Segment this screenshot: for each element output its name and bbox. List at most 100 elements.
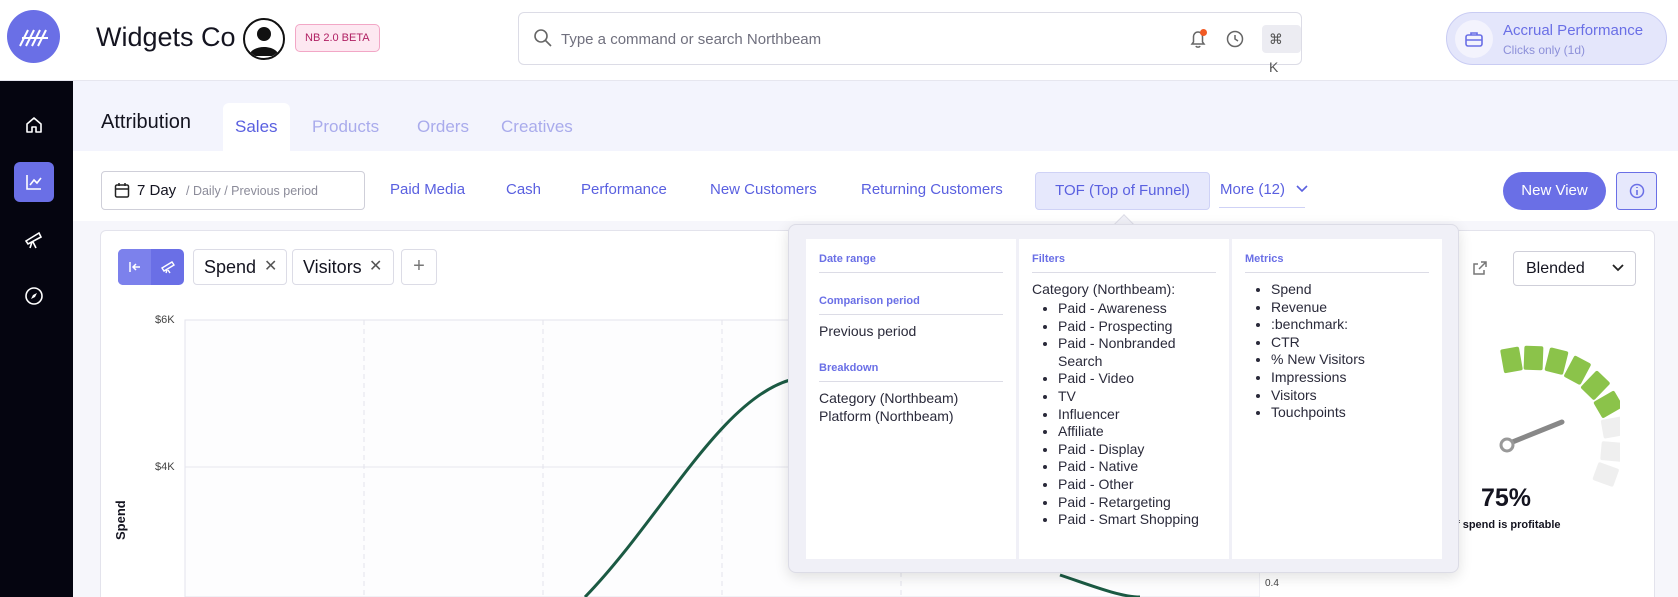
comparison-title: Comparison period xyxy=(819,273,1003,315)
attribution-select-value: Blended xyxy=(1526,260,1585,277)
metrics-title: Metrics xyxy=(1245,239,1429,273)
list-item: Paid - Smart Shopping xyxy=(1058,511,1216,529)
list-item: Paid - Other xyxy=(1058,476,1216,494)
company-name: Widgets Co xyxy=(96,22,236,52)
tab-sales[interactable]: Sales xyxy=(223,103,290,151)
date-range-title: Date range xyxy=(819,239,1003,273)
list-item: Paid - Display xyxy=(1058,441,1216,459)
view-new-customers[interactable]: New Customers xyxy=(710,181,817,198)
breakdown-item: Category (Northbeam) xyxy=(819,390,959,406)
list-item: % New Visitors xyxy=(1271,351,1429,369)
y-tick-4k: $4K xyxy=(155,461,175,473)
secondary-axis-tick: 0.4 xyxy=(1265,578,1279,589)
nav-explore[interactable] xyxy=(14,276,54,316)
page-title: Attribution xyxy=(101,111,192,133)
search-icon xyxy=(534,29,552,47)
y-tick-6k: $6K xyxy=(155,314,175,326)
tab-orders[interactable]: Orders xyxy=(405,103,481,151)
info-icon xyxy=(1629,183,1644,199)
nav-launch[interactable] xyxy=(14,219,54,259)
list-item: :benchmark: xyxy=(1271,316,1429,334)
list-item: Touchpoints xyxy=(1271,404,1429,422)
launch-toggle[interactable] xyxy=(151,249,184,285)
view-tof[interactable]: TOF (Top of Funnel) xyxy=(1035,172,1210,210)
filters-list: Paid - Awareness Paid - Prospecting Paid… xyxy=(1032,298,1216,529)
tab-products[interactable]: Products xyxy=(300,103,391,151)
view-details-popover: Date range Comparison period Previous pe… xyxy=(788,224,1459,573)
telescope-icon xyxy=(24,231,43,249)
more-views-dropdown[interactable]: More (12) xyxy=(1220,181,1309,198)
list-item: Paid - Prospecting xyxy=(1058,318,1216,336)
metric-chip-visitors[interactable]: Visitors ✕ xyxy=(292,249,394,285)
accrual-performance-selector[interactable]: Accrual Performance Clicks only (1d) xyxy=(1446,12,1667,65)
nav-home[interactable] xyxy=(14,105,54,145)
filters-category-label: Category (Northbeam): xyxy=(1032,281,1176,297)
chart-line-icon xyxy=(26,175,42,190)
more-underline xyxy=(1219,207,1305,208)
popover-column-dates: Date range Comparison period Previous pe… xyxy=(806,239,1016,559)
breakdown-list: Category (Northbeam) Platform (Northbeam… xyxy=(819,382,1003,425)
collapse-toggle[interactable] xyxy=(118,249,151,285)
date-range-picker[interactable]: 7 Day / Daily / Previous period xyxy=(101,171,365,210)
list-item: Influencer xyxy=(1058,406,1216,424)
shortcut-hint: ⌘ K xyxy=(1262,25,1301,75)
page-header: Attribution Sales Products Orders Creati… xyxy=(73,81,1678,151)
list-item: Paid - Video xyxy=(1058,370,1216,388)
breakdown-item: Platform (Northbeam) xyxy=(819,408,954,424)
beta-badge: NB 2.0 BETA xyxy=(295,24,380,52)
nav-attribution[interactable] xyxy=(14,162,54,202)
filters-bar: 7 Day / Daily / Previous period Paid Med… xyxy=(73,151,1678,221)
view-returning-customers[interactable]: Returning Customers xyxy=(861,181,1003,198)
list-item: Visitors xyxy=(1271,387,1429,405)
add-metric-button[interactable]: + xyxy=(401,249,437,285)
gauge-pivot xyxy=(1499,437,1515,453)
notification-dot xyxy=(1200,29,1207,36)
close-icon[interactable]: ✕ xyxy=(369,250,382,284)
close-icon[interactable]: ✕ xyxy=(264,250,277,284)
list-item: Paid - Retargeting xyxy=(1058,494,1216,512)
logo-area xyxy=(0,0,73,81)
filters-title: Filters xyxy=(1032,239,1216,273)
date-range-value: 7 Day xyxy=(137,182,177,199)
metric-chip-label: Spend xyxy=(204,257,257,277)
clock-icon[interactable] xyxy=(1225,29,1245,49)
telescope-icon xyxy=(160,261,175,274)
chart-mode-toggle[interactable] xyxy=(118,249,184,285)
popover-column-filters: Filters Category (Northbeam): Paid - Awa… xyxy=(1019,239,1229,559)
y-axis-label: Spend xyxy=(113,500,128,540)
command-search[interactable]: ⌘ K xyxy=(518,12,1302,75)
view-paid-media[interactable]: Paid Media xyxy=(390,181,465,198)
calendar-icon xyxy=(114,183,130,198)
breakdown-title: Breakdown xyxy=(819,340,1003,382)
view-performance[interactable]: Performance xyxy=(581,181,667,198)
search-input[interactable] xyxy=(561,26,1121,52)
list-item: Revenue xyxy=(1271,299,1429,317)
sidebar xyxy=(0,0,73,597)
profitability-gauge xyxy=(1499,345,1620,487)
profitable-percent: 75% xyxy=(1481,484,1532,512)
briefcase-icon xyxy=(1455,20,1493,58)
tab-creatives[interactable]: Creatives xyxy=(489,103,585,151)
list-item: Paid - Awareness xyxy=(1058,300,1216,318)
view-info-button[interactable] xyxy=(1616,172,1657,210)
list-item: Spend xyxy=(1271,281,1429,299)
list-item: Paid - Native xyxy=(1058,458,1216,476)
avatar[interactable] xyxy=(243,18,285,60)
attribution-select[interactable]: Blended xyxy=(1513,251,1636,286)
arrow-left-to-line-icon xyxy=(128,262,140,272)
date-range-detail: / Daily / Previous period xyxy=(186,184,319,198)
list-item: Impressions xyxy=(1271,369,1429,387)
metric-chip-spend[interactable]: Spend ✕ xyxy=(193,249,287,285)
profitable-caption: f spend is profitable xyxy=(1456,519,1561,531)
compass-icon xyxy=(25,287,43,305)
view-cash[interactable]: Cash xyxy=(506,181,541,198)
list-item: Affiliate xyxy=(1058,423,1216,441)
performance-subtitle: Clicks only (1d) xyxy=(1503,43,1586,57)
metric-chip-label: Visitors xyxy=(303,257,362,277)
home-icon xyxy=(26,117,42,133)
top-bar: Widgets Co NB 2.0 BETA ⌘ K Accrual Perfo… xyxy=(73,0,1678,81)
external-link-icon[interactable] xyxy=(1472,260,1488,276)
new-view-button[interactable]: New View xyxy=(1503,172,1606,210)
list-item: CTR xyxy=(1271,334,1429,352)
northbeam-logo[interactable] xyxy=(7,10,60,63)
